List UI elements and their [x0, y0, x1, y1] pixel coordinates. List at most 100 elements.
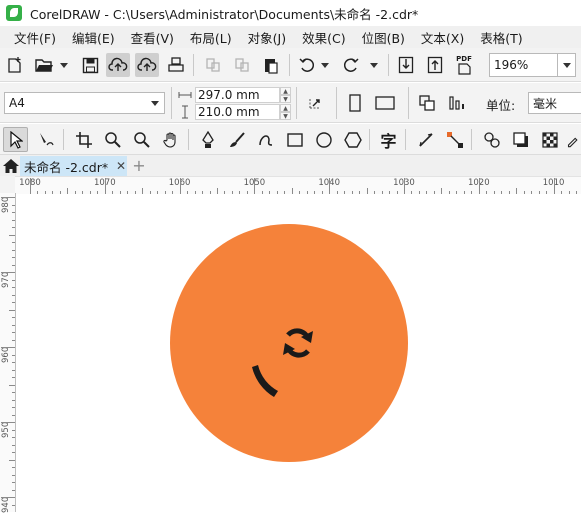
drawing-canvas[interactable] [16, 194, 581, 512]
cloud-upload-icon[interactable] [106, 53, 130, 77]
page-settings-icon[interactable] [305, 92, 327, 114]
ruler-origin[interactable] [0, 176, 15, 194]
zoom-level-value: 196% [494, 58, 529, 72]
page-width-icon [177, 88, 193, 102]
menu-layout[interactable]: 布局(L) [182, 28, 240, 47]
open-folder-icon[interactable] [32, 54, 56, 76]
text-tool-icon[interactable]: 字 [376, 127, 401, 152]
property-bar: A4 297.0 mm ▲ ▼ 210.0 mm ▲ ▼ 单位: 毫米 [0, 83, 581, 123]
rectangle-tool-icon[interactable] [282, 127, 307, 152]
arc-shape[interactable] [252, 365, 278, 397]
zoom-tool-icon[interactable] [100, 127, 125, 152]
v-ruler-tick [12, 287, 15, 288]
horizontal-ruler[interactable]: 10801070106010501040103010201010 [15, 176, 581, 195]
v-ruler-tick [1, 497, 15, 498]
v-ruler-tick [12, 489, 15, 491]
new-document-icon[interactable] [4, 54, 26, 76]
v-ruler-label: 960 [1, 346, 11, 363]
v-ruler-tick [12, 467, 15, 468]
pen-tool-icon[interactable] [195, 127, 220, 152]
ellipse-tool-icon[interactable] [311, 127, 336, 152]
eyedropper-tool-icon[interactable] [566, 127, 581, 152]
v-ruler-label: 980 [1, 196, 11, 213]
chevron-down-icon [562, 62, 571, 68]
v-ruler-tick [12, 294, 15, 296]
h-ruler-tick [478, 178, 480, 194]
v-ruler-tick [12, 452, 15, 453]
h-ruler-tick [329, 178, 331, 194]
print-icon[interactable] [165, 54, 187, 76]
v-ruler-tick [12, 317, 15, 318]
menu-view[interactable]: 查看(V) [123, 28, 182, 47]
toolbar-separator [405, 129, 406, 150]
zoom-out-tool-icon[interactable] [129, 127, 154, 152]
export-pdf-icon[interactable]: PDF [452, 53, 476, 77]
shape-tool-icon[interactable] [33, 127, 58, 152]
current-page-icon[interactable] [446, 92, 468, 114]
zoom-level-input[interactable]: 196% [489, 53, 558, 77]
toolbar-separator [336, 87, 337, 119]
cut-icon[interactable] [202, 54, 224, 76]
home-icon[interactable] [2, 157, 20, 175]
menu-text[interactable]: 文本(X) [413, 28, 472, 47]
menu-object[interactable]: 对象(J) [240, 28, 294, 47]
zoom-dropdown-button[interactable] [558, 53, 576, 77]
dimension-tool-icon[interactable] [413, 127, 438, 152]
all-pages-icon[interactable] [416, 92, 438, 114]
undo-icon[interactable] [296, 54, 318, 76]
page-width-value: 297.0 mm [198, 88, 260, 102]
refresh-icon[interactable] [283, 328, 313, 358]
bezier-curve-tool-icon[interactable] [253, 127, 278, 152]
v-ruler-tick [12, 324, 15, 326]
connector-tool-icon[interactable] [442, 127, 467, 152]
undo-dropdown-chevron-icon[interactable] [321, 63, 329, 68]
tab-document[interactable]: 未命名 -2.cdr* ✕ [20, 156, 127, 176]
v-ruler-tick [12, 249, 15, 251]
landscape-orientation-icon[interactable] [372, 92, 398, 114]
open-dropdown-chevron-icon[interactable] [60, 63, 68, 68]
page-width-input[interactable]: 297.0 mm [195, 87, 280, 103]
h-ruler-tick [179, 178, 181, 194]
vertical-ruler[interactable]: 980 970 960 950 940 [0, 193, 16, 513]
page-height-value: 210.0 mm [198, 105, 260, 119]
v-ruler-tick [1, 347, 15, 348]
blend-tool-icon[interactable] [479, 127, 504, 152]
redo-icon[interactable] [340, 54, 362, 76]
document-tab-bar: 未命名 -2.cdr* ✕ + [0, 155, 581, 176]
width-spin-up[interactable]: ▲ [280, 87, 291, 95]
cloud-publish-icon[interactable] [135, 53, 159, 77]
v-ruler-tick [12, 482, 15, 483]
v-ruler-tick [12, 369, 15, 371]
close-icon[interactable]: ✕ [115, 159, 127, 173]
export-icon[interactable] [424, 54, 446, 76]
menu-file[interactable]: 文件(F) [6, 28, 64, 47]
units-select[interactable]: 毫米 [528, 92, 581, 114]
height-spin-up[interactable]: ▲ [280, 104, 291, 112]
menu-effects[interactable]: 效果(C) [294, 28, 353, 47]
toolbar-separator [369, 129, 370, 150]
height-spin-down[interactable]: ▼ [280, 112, 291, 120]
transparency-tool-icon[interactable] [537, 127, 562, 152]
pan-tool-icon[interactable] [158, 127, 183, 152]
redo-dropdown-chevron-icon[interactable] [370, 63, 378, 68]
save-icon[interactable] [79, 54, 101, 76]
pick-tool-icon[interactable] [3, 127, 28, 152]
import-icon[interactable] [395, 54, 417, 76]
v-ruler-tick [12, 332, 15, 333]
page-height-input[interactable]: 210.0 mm [195, 104, 280, 120]
paste-icon[interactable] [260, 54, 282, 76]
page-size-chevron-down-icon[interactable] [151, 101, 159, 106]
crop-tool-icon[interactable] [71, 127, 96, 152]
copy-icon[interactable] [231, 54, 253, 76]
v-ruler-tick [12, 212, 15, 213]
menu-bitmaps[interactable]: 位图(B) [354, 28, 413, 47]
menu-table[interactable]: 表格(T) [472, 28, 530, 47]
artistic-media-tool-icon[interactable] [224, 127, 249, 152]
width-spin-down[interactable]: ▼ [280, 95, 291, 103]
menu-edit[interactable]: 编辑(E) [64, 28, 123, 47]
add-tab-icon[interactable]: + [130, 156, 148, 176]
portrait-orientation-icon[interactable] [345, 92, 365, 114]
page-size-select[interactable]: A4 [4, 92, 165, 114]
drop-shadow-tool-icon[interactable] [508, 127, 533, 152]
polygon-tool-icon[interactable] [340, 127, 365, 152]
